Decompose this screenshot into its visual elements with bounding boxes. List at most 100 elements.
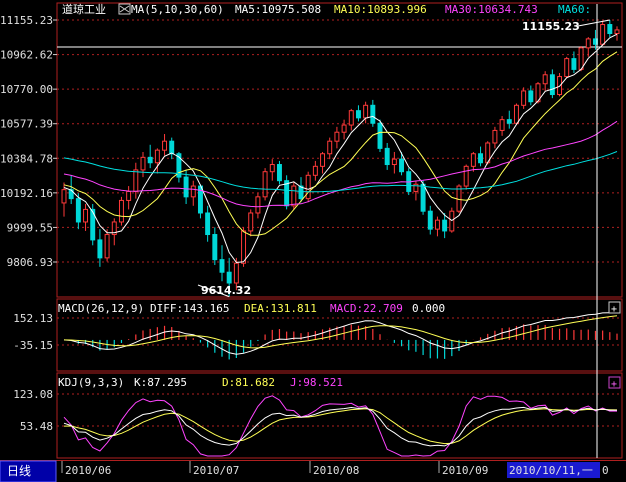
candle-body xyxy=(571,58,577,70)
ma30-value: MA30:10634.743 xyxy=(445,3,538,16)
candle-body xyxy=(118,199,124,223)
candle-body xyxy=(97,239,103,259)
date-tick-label: 2010/08 xyxy=(313,464,359,477)
candle-body xyxy=(183,176,189,198)
candle-body xyxy=(147,156,153,164)
ma5-value: MA5:10975.508 xyxy=(235,3,321,16)
candle-body xyxy=(154,149,160,164)
candle-body xyxy=(126,190,132,201)
selected-date: 2010/10/11,一 xyxy=(509,464,593,477)
candle-body xyxy=(528,90,534,103)
candle-body xyxy=(377,122,383,149)
candle-body xyxy=(607,24,613,35)
candle-body xyxy=(463,165,469,187)
kdj-d-value: D:81.682 xyxy=(222,376,275,389)
candle-body xyxy=(219,259,225,273)
stock-chart-canvas[interactable]: 11155.23 10962.62 10770.00 10577.39 10384.78… xyxy=(0,0,626,482)
candle-body xyxy=(205,212,211,236)
candle-body xyxy=(492,129,498,144)
candle-body xyxy=(276,164,282,182)
ma-parameters: MA(5,10,30,60) xyxy=(131,3,224,16)
candle-body xyxy=(83,208,89,223)
candle-body xyxy=(75,198,81,223)
candle-body xyxy=(248,212,254,232)
date-tick-label: 2010/09 xyxy=(442,464,488,477)
macd-add-icon[interactable]: + xyxy=(608,301,621,315)
candle-body xyxy=(133,169,139,192)
candle-body xyxy=(162,140,168,151)
kdj-parameters: KDJ(9,3,3) xyxy=(58,376,124,389)
candle-body xyxy=(355,110,361,119)
candle-body xyxy=(341,124,347,133)
candle-body xyxy=(104,234,110,259)
macd-zero-value: 0.000 xyxy=(412,302,445,315)
candle-body xyxy=(320,153,326,167)
ma60-value: MA60: xyxy=(558,3,591,16)
kdj-tick-label: 123.08 xyxy=(13,388,53,401)
candle-body xyxy=(391,158,397,166)
ma10-value: MA10:10893.996 xyxy=(334,3,427,16)
candle-body xyxy=(585,38,591,49)
candle-body xyxy=(513,104,519,124)
cursor-trailing-label: 0 xyxy=(602,464,609,477)
price-tick-label: 10770.00 xyxy=(0,83,53,96)
candle-body xyxy=(269,164,275,173)
candle-body xyxy=(291,185,297,207)
candle-body xyxy=(348,110,354,126)
macd-diff-value: DIFF:143.165 xyxy=(150,302,229,315)
index-name: 道琼工业 xyxy=(62,2,106,16)
kdj-k-value: K:87.295 xyxy=(134,376,187,389)
candle-body xyxy=(427,210,433,230)
candle-body xyxy=(190,185,196,198)
candle-body xyxy=(521,90,527,106)
macd-tick-label: -35.15 xyxy=(13,339,53,352)
candle-body xyxy=(499,119,505,131)
candle-body xyxy=(478,153,484,164)
price-tick-label: 11155.23 xyxy=(0,14,53,27)
candle-body xyxy=(255,196,261,214)
kdj-add-icon[interactable]: + xyxy=(608,376,621,390)
candle-body xyxy=(305,174,311,200)
candle-body xyxy=(334,131,340,142)
date-tick-label: 2010/06 xyxy=(65,464,111,477)
price-tick-label: 10577.39 xyxy=(0,118,53,131)
svg-text:+: + xyxy=(611,304,617,315)
macd-tick-label: 152.13 xyxy=(13,312,53,325)
price-tick-label: 9806.93 xyxy=(7,256,53,269)
candle-body xyxy=(420,183,426,212)
candle-body xyxy=(233,262,239,284)
candle-body xyxy=(614,29,620,35)
candle-body xyxy=(384,147,390,166)
macd-dea-value: DEA:131.811 xyxy=(244,302,317,315)
candle-body xyxy=(506,119,512,124)
candle-body xyxy=(442,219,448,232)
kdj-j-value: J:98.521 xyxy=(290,376,343,389)
candle-body xyxy=(241,230,247,264)
candle-body xyxy=(600,24,606,45)
candle-body xyxy=(327,140,333,155)
period-selector[interactable]: 日线 xyxy=(0,460,57,482)
price-tick-label: 10384.78 xyxy=(0,152,53,165)
candle-body xyxy=(140,156,146,171)
candle-body xyxy=(262,171,268,198)
candle-body xyxy=(564,58,570,78)
price-tick-label: 10192.16 xyxy=(0,187,53,200)
candle-body xyxy=(542,74,548,85)
macd-value: MACD:22.709 xyxy=(330,302,403,315)
candle-body xyxy=(363,104,369,119)
high-annotation: 11155.23 xyxy=(522,20,580,33)
kdj-tick-label: 53.48 xyxy=(20,420,53,433)
candle-body xyxy=(61,189,67,204)
candle-body xyxy=(312,165,318,176)
candle-body xyxy=(399,158,405,173)
price-tick-label: 10962.62 xyxy=(0,49,53,62)
candle-body xyxy=(470,153,476,167)
price-tick-label: 9999.55 xyxy=(7,221,53,234)
low-annotation: 9614.32 xyxy=(201,284,251,297)
selected-date-box: 2010/10/11,一 xyxy=(507,462,600,478)
candle-body xyxy=(578,47,584,70)
candle-body xyxy=(226,271,232,284)
candle-body xyxy=(212,234,218,261)
macd-parameters: MACD(26,12,9) xyxy=(58,302,144,315)
candle-body xyxy=(169,140,175,155)
